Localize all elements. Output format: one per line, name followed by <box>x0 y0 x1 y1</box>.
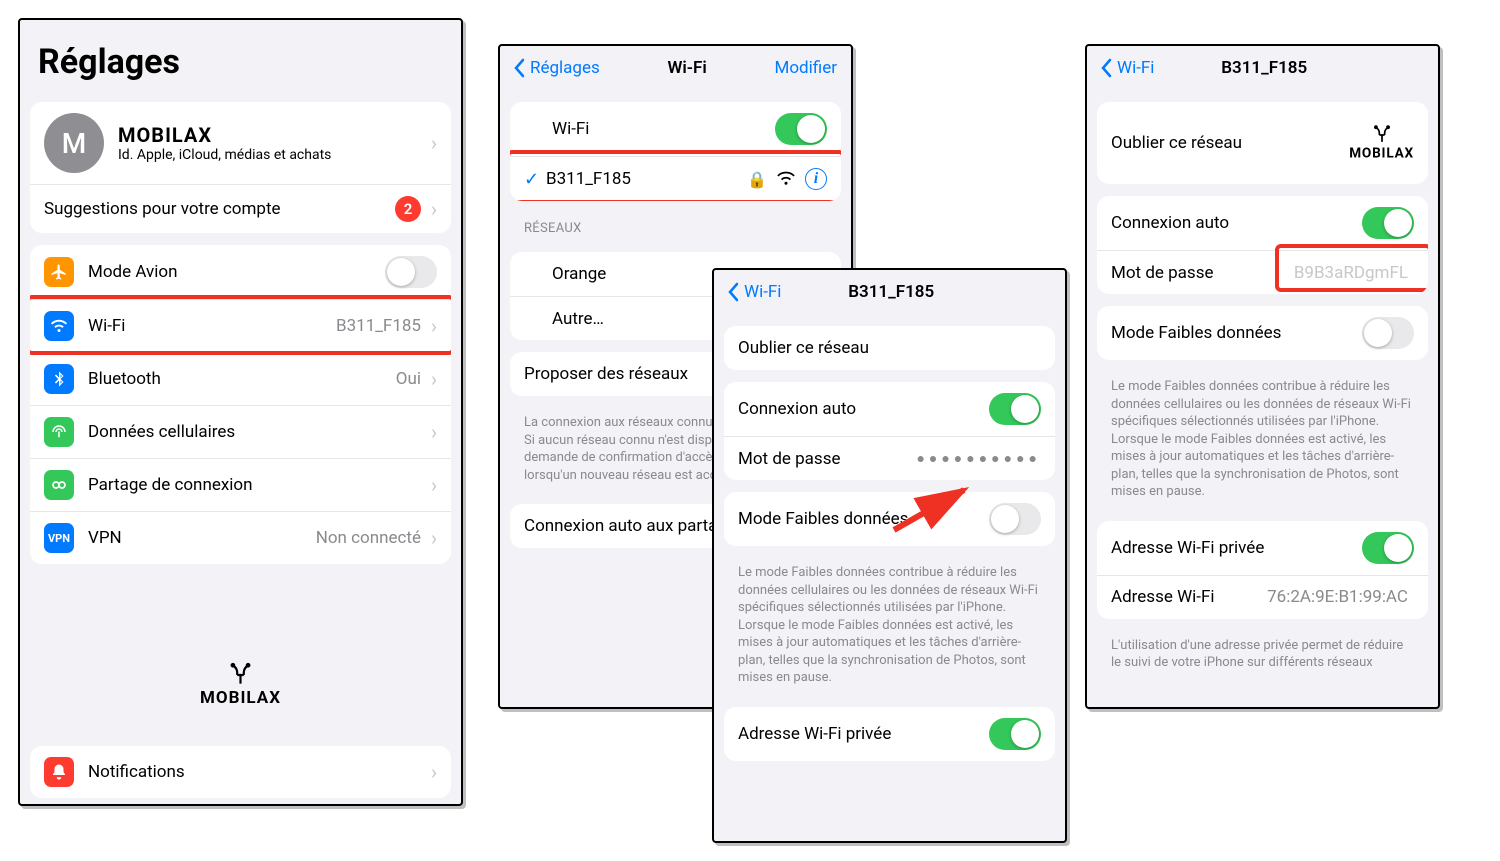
lowdata-section: Mode Faibles données <box>1097 306 1428 360</box>
airplane-icon <box>44 257 74 287</box>
account-suggestions-row[interactable]: Suggestions pour votre compte 2 › <box>30 184 451 233</box>
wifi-toggle-row[interactable]: Wi-Fi <box>510 102 841 156</box>
lowdata-section: Mode Faibles données <box>724 492 1055 546</box>
private-caption: L'utilisation d'une adresse privée perme… <box>1087 631 1438 680</box>
chevron-right-icon: › <box>431 762 437 782</box>
brand-logo: MOBILAX <box>1349 125 1414 162</box>
password-row[interactable]: Mot de passe B9B3aRDgmFL <box>1097 250 1428 294</box>
wifi-row[interactable]: Wi-Fi B311_F185 › <box>30 299 451 352</box>
nav-bar: Wi-Fi B311_F185 <box>714 270 1065 314</box>
suggestions-badge: 2 <box>395 196 421 222</box>
auto-connect-toggle[interactable] <box>989 393 1041 425</box>
chevron-right-icon: › <box>431 199 437 219</box>
nav-title: B311_F185 <box>848 282 934 302</box>
private-wifi-toggle[interactable] <box>989 718 1041 750</box>
connection-section: Connexion auto Mot de passe B9B3aRDgmFL <box>1097 196 1428 294</box>
nav-bar: Réglages Wi-Fi Modifier <box>500 46 851 90</box>
connection-section: Connexion auto Mot de passe ●●●●●●●●●● <box>724 382 1055 480</box>
forget-network-row[interactable]: Oublier ce réseau <box>724 326 1055 370</box>
edit-button[interactable]: Modifier <box>775 58 837 78</box>
password-value: B9B3aRDgmFL <box>1294 263 1408 283</box>
lowdata-row[interactable]: Mode Faibles données <box>1097 306 1428 360</box>
avatar: M <box>44 113 104 173</box>
airplane-mode-row[interactable]: Mode Avion <box>30 245 451 299</box>
back-button[interactable]: Wi-Fi <box>1101 58 1154 78</box>
back-button[interactable]: Wi-Fi <box>728 282 781 302</box>
notifications-section: Notifications › <box>30 746 451 798</box>
wifi-address-value: 76:2A:9E:B1:99:AC <box>1267 587 1408 607</box>
chevron-right-icon: › <box>431 369 437 389</box>
wifi-toggle[interactable] <box>775 113 827 145</box>
cellular-icon <box>44 417 74 447</box>
private-wifi-row[interactable]: Adresse Wi-Fi privée <box>1097 521 1428 575</box>
lowdata-row[interactable]: Mode Faibles données <box>724 492 1055 546</box>
bell-icon <box>44 757 74 787</box>
private-wifi-section: Adresse Wi-Fi privée Adresse Wi-Fi 76:2A… <box>1097 521 1428 619</box>
back-button[interactable]: Réglages <box>514 58 600 78</box>
wifi-address-row: Adresse Wi-Fi 76:2A:9E:B1:99:AC <box>1097 575 1428 619</box>
account-section: M MOBILAX Id. Apple, iCloud, médias et a… <box>30 102 451 233</box>
lowdata-caption: Le mode Faibles données contribue à rédu… <box>1087 372 1438 509</box>
chevron-right-icon: › <box>431 528 437 548</box>
forget-section: Oublier ce réseau MOBILAX <box>1097 102 1428 184</box>
auto-connect-row[interactable]: Connexion auto <box>1097 196 1428 250</box>
cellular-row[interactable]: Données cellulaires › <box>30 405 451 458</box>
page-title: Réglages <box>20 20 461 90</box>
chevron-right-icon: › <box>431 475 437 495</box>
password-row[interactable]: Mot de passe ●●●●●●●●●● <box>724 436 1055 480</box>
wifi-icon <box>44 311 74 341</box>
wifi-toggle-section: Wi-Fi ✓ B311_F185 🔒 i <box>510 102 841 201</box>
chevron-right-icon: › <box>431 133 437 153</box>
nav-title: B311_F185 <box>1221 58 1307 78</box>
account-name: MOBILAX <box>118 123 427 147</box>
network-detail-panel-revealed: Wi-Fi B311_F185 Oublier ce réseau MOBILA… <box>1085 44 1440 709</box>
lock-icon: 🔒 <box>747 170 767 189</box>
notifications-row[interactable]: Notifications › <box>30 746 451 798</box>
connected-network-row[interactable]: ✓ B311_F185 🔒 i <box>510 156 841 201</box>
forget-network-row[interactable]: Oublier ce réseau MOBILAX <box>1097 102 1428 184</box>
password-hidden: ●●●●●●●●●● <box>916 450 1041 467</box>
lowdata-caption: Le mode Faibles données contribue à rédu… <box>714 558 1065 695</box>
private-wifi-toggle[interactable] <box>1362 532 1414 564</box>
settings-panel: Réglages M MOBILAX Id. Apple, iCloud, mé… <box>18 18 463 806</box>
info-icon[interactable]: i <box>805 168 827 190</box>
hotspot-icon <box>44 470 74 500</box>
vpn-icon: VPN <box>44 523 74 553</box>
brand-logo: MOBILAX <box>200 662 281 708</box>
apple-id-row[interactable]: M MOBILAX Id. Apple, iCloud, médias et a… <box>30 102 451 184</box>
suggestions-label: Suggestions pour votre compte <box>44 199 395 219</box>
networks-header: RÉSEAUX <box>500 213 851 240</box>
lowdata-toggle[interactable] <box>989 503 1041 535</box>
network-detail-panel-hidden: Wi-Fi B311_F185 Oublier ce réseau Connex… <box>712 268 1067 843</box>
connectivity-section: Mode Avion Wi-Fi B311_F185 › Bluetooth O… <box>30 245 451 564</box>
forget-section: Oublier ce réseau <box>724 326 1055 370</box>
checkmark-icon: ✓ <box>524 169 546 190</box>
airplane-toggle[interactable] <box>385 256 437 288</box>
private-wifi-row[interactable]: Adresse Wi-Fi privée <box>724 707 1055 761</box>
account-sub: Id. Apple, iCloud, médias et achats <box>118 147 427 163</box>
chevron-right-icon: › <box>431 422 437 442</box>
private-wifi-section: Adresse Wi-Fi privée <box>724 707 1055 761</box>
vpn-row[interactable]: VPN VPN Non connecté › <box>30 511 451 564</box>
hotspot-row[interactable]: Partage de connexion › <box>30 458 451 511</box>
bluetooth-icon <box>44 364 74 394</box>
chevron-right-icon: › <box>431 316 437 336</box>
wifi-value: B311_F185 <box>336 316 421 336</box>
nav-title: Wi-Fi <box>667 58 706 78</box>
nav-bar: Wi-Fi B311_F185 <box>1087 46 1438 90</box>
wifi-strength-icon <box>777 170 795 189</box>
bluetooth-row[interactable]: Bluetooth Oui › <box>30 352 451 405</box>
lowdata-toggle[interactable] <box>1362 317 1414 349</box>
auto-connect-toggle[interactable] <box>1362 207 1414 239</box>
auto-connect-row[interactable]: Connexion auto <box>724 382 1055 436</box>
